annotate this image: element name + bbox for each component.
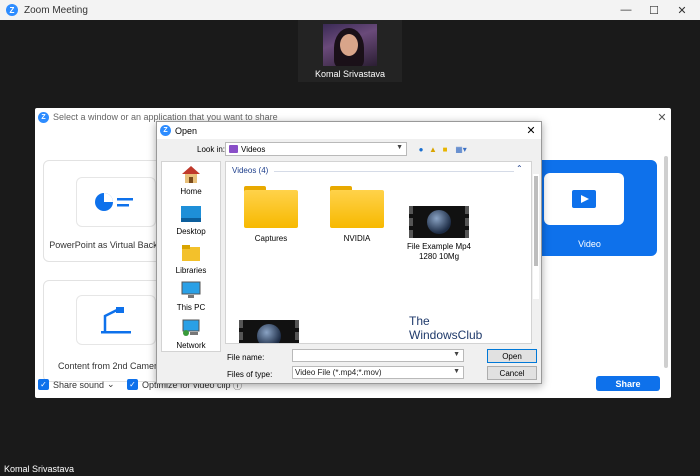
- place-this-pc[interactable]: This PC: [162, 281, 220, 312]
- places-bar: Home Desktop Libraries This PC Network: [161, 161, 221, 352]
- share-card-video[interactable]: Video: [522, 160, 657, 256]
- share-sound-label: Share sound: [53, 380, 105, 390]
- place-label: This PC: [176, 303, 206, 312]
- file-item[interactable]: File Example Mp4 1280 10Mg: [398, 206, 480, 262]
- open-button[interactable]: Open: [487, 349, 537, 363]
- share-button[interactable]: Share: [596, 376, 660, 391]
- place-libraries[interactable]: Libraries: [162, 244, 220, 275]
- file-item-label: File Example Mp4 1280 10Mg: [406, 242, 472, 261]
- participant-name: Komal Srivastava: [314, 69, 386, 79]
- view-menu-icon[interactable]: ▦▾: [453, 144, 469, 154]
- window-title: Zoom Meeting: [24, 4, 88, 16]
- up-folder-icon[interactable]: ▲: [428, 144, 438, 154]
- watermark-logo: The WindowsClub: [409, 314, 483, 342]
- libraries-icon: [182, 245, 200, 261]
- file-item-label: NVIDIA: [343, 234, 371, 243]
- folder-icon: [330, 186, 384, 228]
- videos-folder-icon: [229, 145, 238, 153]
- computer-icon: [181, 281, 201, 298]
- participant-avatar: [323, 24, 377, 66]
- place-home[interactable]: Home: [162, 165, 220, 196]
- new-folder-icon[interactable]: ■: [440, 144, 450, 154]
- chevron-down-icon: ▼: [453, 368, 460, 375]
- file-item[interactable]: NVIDIA: [322, 186, 392, 244]
- chevron-down-icon: ▼: [453, 351, 460, 358]
- look-in-value: Videos: [241, 144, 266, 154]
- place-network[interactable]: Network: [162, 319, 220, 350]
- network-icon: [182, 319, 200, 336]
- maximize-icon[interactable]: ☐: [640, 0, 668, 20]
- video-thumbnail-icon: [239, 320, 299, 343]
- chevron-down-icon[interactable]: ⌄: [107, 379, 115, 390]
- zoom-logo-icon: Z: [38, 111, 49, 123]
- file-item-label: Captures: [254, 234, 288, 243]
- close-icon[interactable]: ✕: [653, 108, 671, 126]
- zoom-titlebar: Z Zoom Meeting — ☐ ✕: [0, 0, 700, 20]
- file-item[interactable]: [234, 320, 304, 343]
- share-sound-checkbox[interactable]: ✓: [38, 379, 49, 390]
- folder-icon: [244, 186, 298, 228]
- share-card-label: Video: [578, 239, 601, 249]
- video-file-icon: [544, 173, 624, 225]
- document-camera-icon: [76, 295, 156, 345]
- file-item[interactable]: Captures: [236, 186, 306, 244]
- self-name-label: Komal Srivastava: [4, 464, 75, 474]
- optimize-video-checkbox[interactable]: ✓: [127, 379, 138, 390]
- share-dialog-scrollbar[interactable]: [664, 156, 668, 368]
- open-dialog-titlebar: Z Open: [157, 122, 541, 139]
- look-in-dropdown[interactable]: Videos ▼: [225, 142, 407, 156]
- place-label: Desktop: [176, 227, 206, 236]
- group-header[interactable]: Videos (4): [232, 166, 268, 175]
- chevron-down-icon: ▼: [396, 144, 403, 151]
- cancel-button[interactable]: Cancel: [487, 366, 537, 380]
- file-list-scrollbar[interactable]: [533, 174, 539, 299]
- desktop-icon: [181, 206, 201, 222]
- zoom-logo-icon: Z: [160, 125, 171, 136]
- pie-chart-icon: [76, 177, 156, 227]
- chevron-up-icon[interactable]: ⌃: [516, 164, 523, 173]
- look-in-label: Look in:: [197, 145, 226, 154]
- file-name-label: File name:: [227, 353, 265, 362]
- place-label: Libraries: [175, 266, 207, 275]
- video-thumbnail-icon: [409, 206, 469, 238]
- file-type-label: Files of type:: [227, 370, 273, 379]
- close-icon[interactable]: ✕: [521, 122, 541, 139]
- place-label: Network: [176, 341, 206, 350]
- open-file-dialog: Z Open ✕ Look in: Videos ▼ ● ▲ ■ ▦▾ Home…: [156, 121, 542, 384]
- home-icon: [182, 166, 200, 183]
- minimize-icon[interactable]: —: [612, 0, 640, 20]
- file-list-view[interactable]: Videos (4) ⌃ Captures NVIDIA File Exampl…: [225, 161, 532, 344]
- zoom-logo-icon: Z: [6, 4, 18, 16]
- place-desktop[interactable]: Desktop: [162, 205, 220, 236]
- file-type-dropdown[interactable]: Video File (*.mp4;*.mov) ▼: [292, 366, 464, 379]
- back-icon[interactable]: ●: [416, 144, 426, 154]
- close-icon[interactable]: ✕: [668, 0, 696, 20]
- place-label: Home: [180, 187, 202, 196]
- open-dialog-title: Open: [175, 125, 198, 136]
- file-name-input[interactable]: ▼: [292, 349, 464, 362]
- group-divider: [274, 171, 514, 172]
